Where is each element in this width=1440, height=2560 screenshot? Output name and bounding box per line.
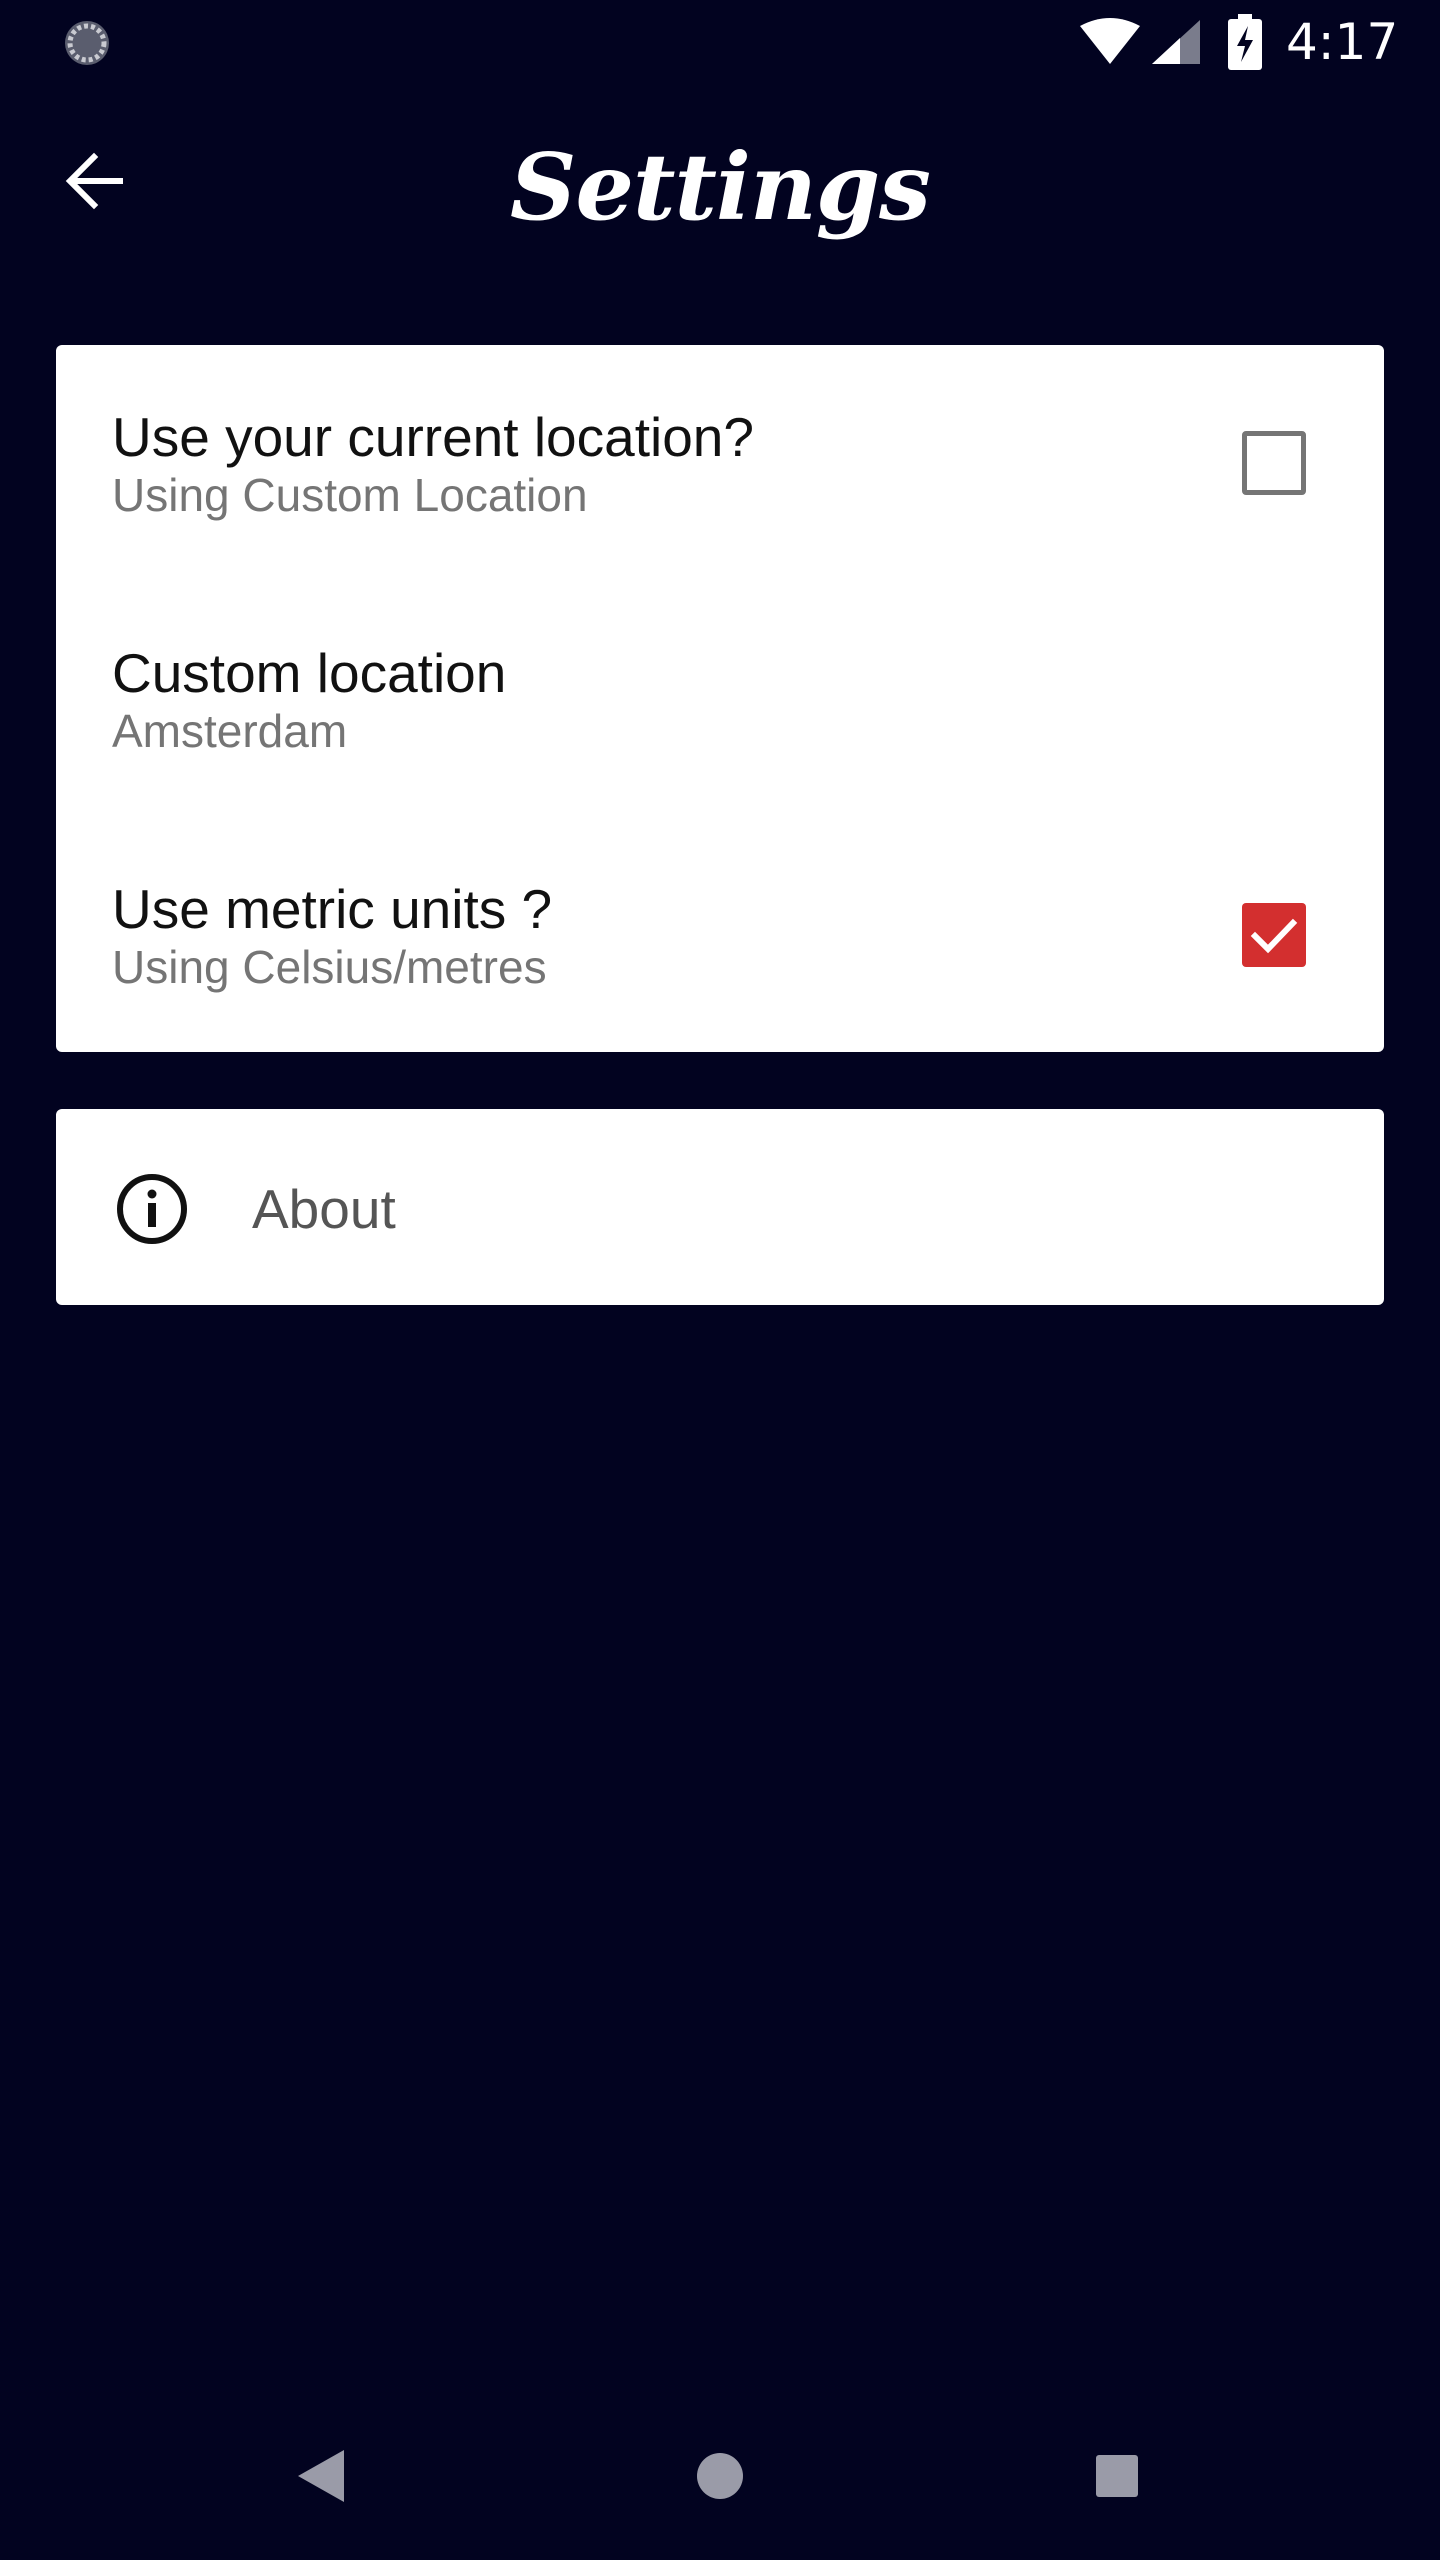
about-card: About: [56, 1109, 1384, 1305]
nav-home-icon[interactable]: [696, 2452, 744, 2500]
nav-back-icon[interactable]: [296, 2448, 346, 2504]
loading-icon: [65, 21, 109, 65]
pref-summary: Using Custom Location: [112, 469, 588, 521]
nav-recents-icon[interactable]: [1096, 2455, 1138, 2497]
about-item[interactable]: About: [56, 1109, 1384, 1305]
checkmark-icon: [1250, 918, 1298, 954]
status-time: 4:17: [1286, 13, 1399, 71]
wifi-icon: [1080, 18, 1140, 64]
battery-charging-icon: [1228, 14, 1262, 70]
pref-use-metric-units[interactable]: Use metric units ? Using Celsius/metres: [56, 817, 1384, 1053]
info-icon: [117, 1174, 187, 1244]
use-metric-units-checkbox[interactable]: [1242, 903, 1306, 967]
preferences-card: Use your current location? Using Custom …: [56, 345, 1384, 1052]
pref-use-current-location[interactable]: Use your current location? Using Custom …: [56, 345, 1384, 581]
about-label: About: [252, 1178, 396, 1240]
cell-signal-icon: [1152, 20, 1200, 64]
use-current-location-checkbox[interactable]: [1242, 431, 1306, 495]
pref-custom-location[interactable]: Custom location Amsterdam: [56, 581, 1384, 817]
pref-summary: Amsterdam: [112, 705, 348, 757]
pref-title: Use your current location?: [112, 406, 754, 468]
page-title: Settings: [510, 133, 931, 241]
pref-title: Use metric units ?: [112, 878, 553, 940]
pref-title: Custom location: [112, 642, 507, 704]
pref-summary: Using Celsius/metres: [112, 941, 547, 993]
status-bar: 4:17: [0, 0, 1440, 84]
